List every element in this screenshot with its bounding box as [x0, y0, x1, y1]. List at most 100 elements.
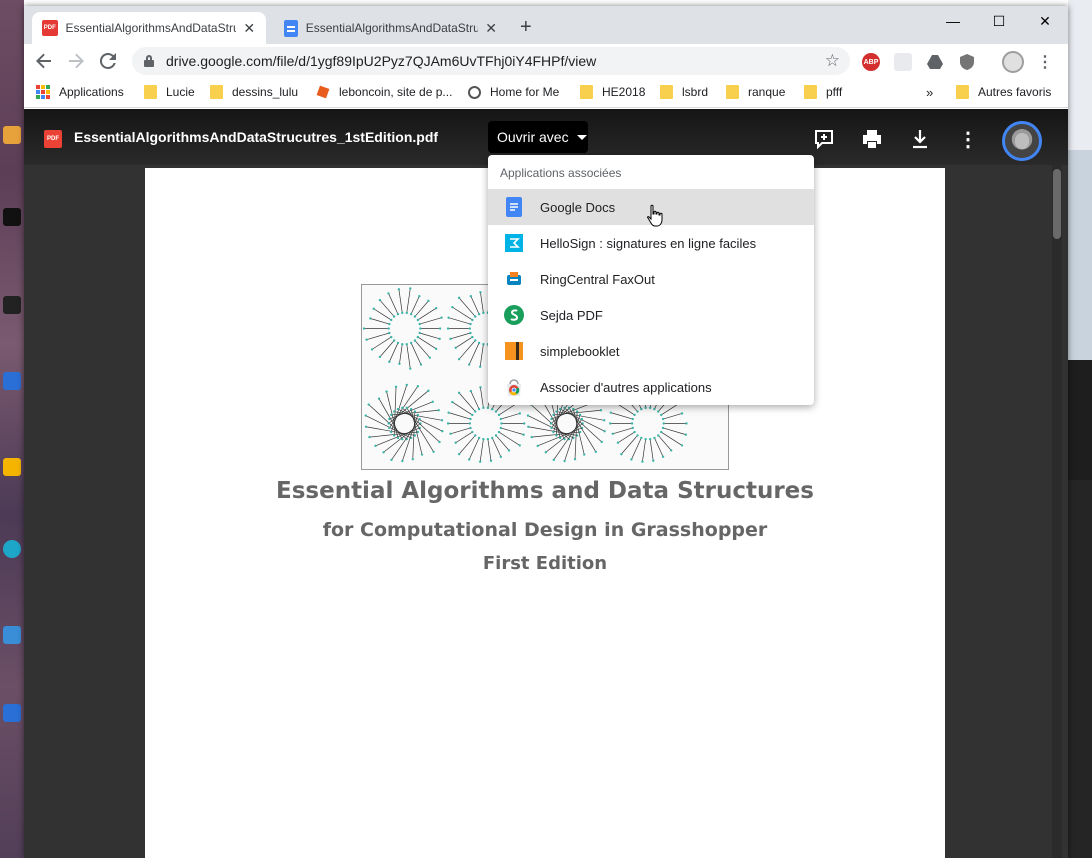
bookmark-he2018[interactable]: HE2018: [580, 85, 645, 99]
bookmark-pfff[interactable]: pfff: [804, 85, 842, 99]
bookmark-ranque[interactable]: ranque: [726, 85, 785, 99]
desktop-background-right: [1068, 0, 1092, 858]
minimize-button[interactable]: —: [930, 8, 976, 34]
menu-item-label: Google Docs: [540, 200, 616, 215]
tab-doc[interactable]: EssentialAlgorithmsAndDataStruc ✕: [274, 12, 508, 44]
pdf-file-icon: PDF: [44, 130, 62, 148]
menu-item-hellosign[interactable]: HelloSign : signatures en ligne faciles: [488, 225, 814, 261]
tab-title: EssentialAlgorithmsAndDataStruc: [65, 21, 237, 35]
close-window-button[interactable]: ✕: [1022, 8, 1068, 34]
new-tab-button[interactable]: +: [520, 16, 532, 39]
browser-window: PDF EssentialAlgorithmsAndDataStruc ✕ Es…: [24, 6, 1068, 858]
account-avatar[interactable]: [1002, 121, 1042, 161]
desktop-background-left: [0, 0, 24, 858]
adblock-plus-icon[interactable]: ABP: [862, 53, 880, 71]
bookmark-leboncoin[interactable]: leboncoin, site de p...: [316, 85, 452, 99]
folder-icon: [144, 85, 157, 99]
reload-icon[interactable]: [96, 49, 120, 73]
desktop-app-icon: [3, 540, 21, 558]
document-edition: First Edition: [482, 553, 608, 574]
background-window-segment: [1068, 480, 1092, 858]
shield-extension-icon[interactable]: [958, 53, 976, 71]
graph-drawing: [364, 383, 444, 463]
maximize-button[interactable]: ☐: [976, 8, 1022, 34]
menu-header: Applications associées: [500, 166, 622, 180]
document-subtitle: for Computational Design in Grasshopper: [322, 519, 768, 541]
menu-item-simplebooklet[interactable]: simplebooklet: [488, 333, 814, 369]
screenshot-frame: { "browser": { "tabs": [ {"title": "Esse…: [0, 0, 1092, 858]
simplebooklet-icon: [505, 342, 523, 360]
bookmarks-overflow-button[interactable]: »: [926, 85, 933, 100]
tab-strip: PDF EssentialAlgorithmsAndDataStruc ✕ Es…: [24, 6, 1068, 44]
desktop-app-icon: [3, 704, 21, 722]
drive-extension-icon[interactable]: [926, 53, 944, 71]
menu-item-label: HelloSign : signatures en ligne faciles: [540, 236, 757, 251]
bookmark-lsbrd[interactable]: lsbrd: [660, 85, 708, 99]
download-icon[interactable]: [908, 127, 932, 151]
background-window-segment: [1068, 150, 1092, 360]
back-arrow-icon[interactable]: [32, 49, 56, 73]
bookmark-label: Applications: [59, 85, 124, 99]
bookmark-other[interactable]: Autres favoris: [956, 85, 1051, 99]
bookmark-home-for-me[interactable]: Home for Me: [468, 85, 559, 99]
bookmark-applications[interactable]: Applications: [36, 85, 124, 99]
bookmark-lucie[interactable]: Lucie: [144, 85, 195, 99]
menu-item-label: Sejda PDF: [540, 308, 603, 323]
chrome-menu-icon[interactable]: ⋮: [1036, 53, 1054, 71]
menu-item-label: RingCentral FaxOut: [540, 272, 655, 287]
bookmark-label: HE2018: [602, 85, 646, 99]
tab-title: EssentialAlgorithmsAndDataStruc: [305, 21, 479, 35]
bookmark-star-icon[interactable]: ☆: [825, 51, 840, 71]
print-icon[interactable]: [860, 127, 884, 151]
google-docs-icon: [506, 197, 522, 217]
file-name: EssentialAlgorithmsAndDataStrucutres_1st…: [74, 129, 439, 145]
bookmark-label: Lucie: [166, 85, 195, 99]
scrollbar-thumb[interactable]: [1053, 169, 1061, 239]
desktop-app-icon: [3, 626, 21, 644]
background-window-segment: [1068, 360, 1092, 480]
close-tab-icon[interactable]: ✕: [242, 20, 256, 37]
lock-icon: [144, 55, 154, 67]
folder-icon: [726, 85, 739, 99]
folder-icon: [580, 85, 593, 99]
folder-icon: [660, 85, 673, 99]
apps-grid-icon: [36, 85, 50, 99]
extension-icon[interactable]: [894, 53, 912, 71]
bookmarks-bar: Applications Lucie dessins_lulu leboncoi…: [24, 78, 1068, 108]
sejda-icon: [504, 305, 524, 325]
bookmark-dessins-lulu[interactable]: dessins_lulu: [210, 85, 298, 99]
menu-item-connect-more-apps[interactable]: Associer d'autres applications: [488, 369, 814, 405]
open-with-menu: Applications associées Google Docs Hello…: [488, 155, 814, 405]
menu-item-label: Associer d'autres applications: [540, 380, 712, 395]
folder-icon: [210, 85, 223, 99]
bookmark-label: ranque: [748, 85, 786, 99]
folder-icon: [804, 85, 817, 99]
bookmark-label: pfff: [826, 85, 843, 99]
hand-cursor-icon: [647, 204, 663, 227]
close-tab-icon[interactable]: ✕: [484, 20, 498, 37]
menu-item-sejda[interactable]: Sejda PDF: [488, 297, 814, 333]
profile-icon[interactable]: [1002, 51, 1024, 73]
menu-item-ringcentral[interactable]: RingCentral FaxOut: [488, 261, 814, 297]
background-window-segment: [1068, 0, 1092, 150]
caret-down-icon: [576, 134, 587, 140]
menu-item-label: simplebooklet: [540, 344, 620, 359]
tab-pdf[interactable]: PDF EssentialAlgorithmsAndDataStruc ✕: [32, 12, 266, 44]
add-to-drive-icon[interactable]: [812, 127, 836, 151]
drive-pdf-viewer: Essential Algorithms and Data Structures…: [24, 109, 1068, 858]
address-bar[interactable]: drive.google.com/file/d/1ygf89IpU2Pyz7QJ…: [132, 47, 850, 75]
desktop-app-icon: [3, 372, 21, 390]
hellosign-icon: [505, 234, 523, 252]
google-docs-icon: [284, 19, 298, 37]
vertical-scrollbar[interactable]: [1052, 165, 1062, 858]
desktop-app-icon: [3, 458, 21, 476]
desktop-app-icon: [3, 296, 21, 314]
open-with-button[interactable]: Ouvrir avec: [488, 121, 588, 153]
graph-drawing: [362, 287, 443, 370]
forward-arrow-icon[interactable]: [64, 49, 88, 73]
chrome-web-store-icon: [507, 379, 521, 396]
desktop-app-icon: [3, 208, 21, 226]
leboncoin-icon: [316, 85, 330, 99]
more-options-icon[interactable]: ⋮: [956, 127, 980, 151]
bookmark-label: Home for Me: [490, 85, 560, 99]
